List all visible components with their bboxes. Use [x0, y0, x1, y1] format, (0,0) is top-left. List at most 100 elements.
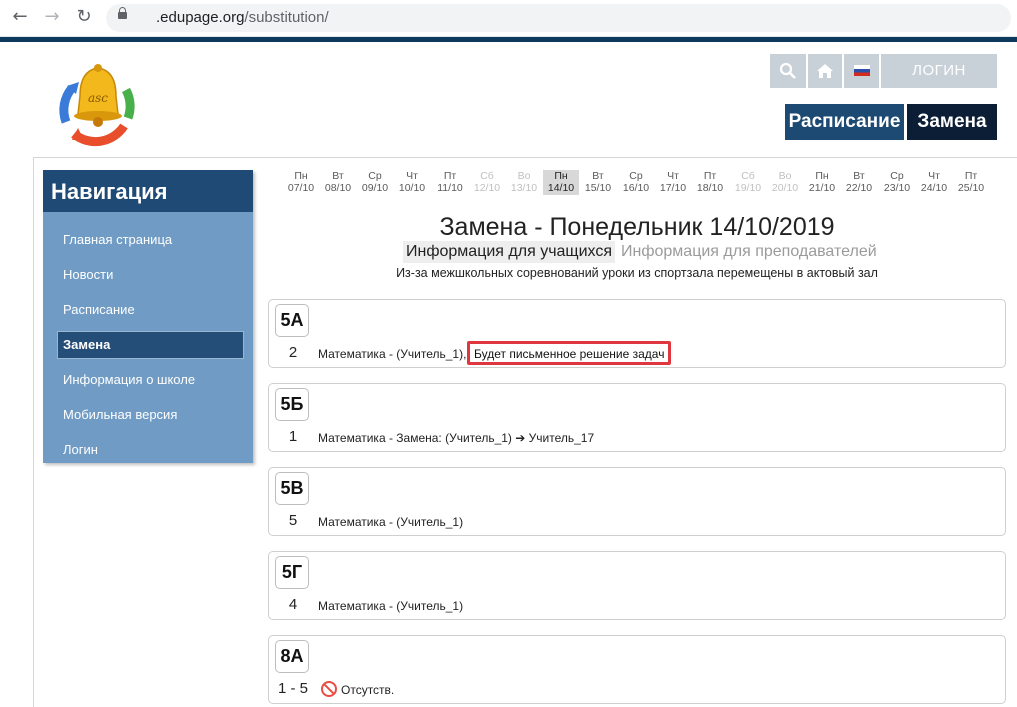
lesson-info: Математика - (Учитель_1): [318, 515, 464, 529]
day-date: 16/10: [622, 182, 650, 194]
note-highlight-box: Будет письменное решение задач: [467, 341, 671, 365]
sidebar-item-schedule[interactable]: Расписание: [58, 297, 243, 323]
day-item[interactable]: Пт 11/10: [432, 170, 468, 195]
class-name-badge: 5Б: [275, 388, 309, 421]
day-weekday: Чт: [667, 170, 679, 182]
sidebar-item-login[interactable]: Логин: [58, 437, 243, 463]
day-item[interactable]: Ср 16/10: [618, 170, 654, 195]
class-card: 5А 2 Математика - (Учитель_1), Будет пис…: [268, 299, 1006, 368]
sidebar-item-news[interactable]: Новости: [58, 262, 243, 288]
day-date: 10/10: [398, 182, 426, 194]
day-date: 25/10: [957, 182, 985, 194]
lesson-note: Будет письменное решение задач: [474, 347, 665, 361]
lesson-number: 1: [288, 428, 298, 445]
day-item[interactable]: Во 13/10: [506, 170, 542, 195]
lesson-number: 4: [288, 596, 298, 613]
sidebar-item-home[interactable]: Главная страница: [58, 227, 243, 253]
forward-icon[interactable]: →: [42, 7, 62, 27]
sidebar-item-substitution[interactable]: Замена: [57, 331, 244, 359]
class-name-badge: 5Г: [275, 556, 309, 589]
content-frame-border: [33, 157, 1017, 158]
site-top-stripe: [0, 37, 1017, 42]
sidebar-title: Навигация: [43, 170, 253, 212]
day-date: 12/10: [473, 182, 501, 194]
day-item[interactable]: Вт 15/10: [580, 170, 616, 195]
menu-substitution-button[interactable]: Замена: [907, 104, 997, 140]
sidebar-item-school-info[interactable]: Информация о школе: [58, 367, 243, 393]
day-date: 07/10: [287, 182, 315, 194]
tab-students[interactable]: Информация для учащихся: [403, 241, 616, 263]
day-date: 08/10: [324, 182, 352, 194]
day-date: 13/10: [510, 182, 538, 194]
menu-schedule-button[interactable]: Расписание: [785, 104, 904, 140]
sidebar-item-mobile[interactable]: Мобильная версия: [58, 402, 243, 428]
day-weekday: Пн: [294, 170, 308, 182]
url-host: .edupage.org: [156, 9, 245, 26]
home-icon[interactable]: [808, 54, 842, 88]
day-date: 15/10: [584, 182, 612, 194]
day-item-selected[interactable]: Пн 14/10: [543, 170, 579, 195]
url-path: /substitution/: [244, 9, 329, 26]
class-name-badge: 5В: [275, 472, 309, 505]
day-weekday: Вт: [853, 170, 865, 182]
login-button[interactable]: ЛОГИН: [881, 54, 997, 88]
day-date: 23/10: [883, 182, 911, 194]
day-weekday: Пт: [964, 170, 978, 182]
reload-icon[interactable]: ↻: [74, 7, 94, 27]
day-item[interactable]: Чт 10/10: [394, 170, 430, 195]
day-item[interactable]: Сб 12/10: [469, 170, 505, 195]
day-weekday: Пн: [815, 170, 829, 182]
day-weekday: Вт: [332, 170, 344, 182]
class-name-badge: 8А: [275, 640, 309, 673]
browser-toolbar: ← → ↻ .edupage.org/substitution/: [0, 0, 1017, 37]
day-item[interactable]: Вт 22/10: [841, 170, 877, 195]
day-item[interactable]: Чт 17/10: [655, 170, 691, 195]
day-item[interactable]: Пт 25/10: [953, 170, 989, 195]
class-card: 8А 1 - 5 Отсутств.: [268, 635, 1006, 704]
day-date: 11/10: [437, 182, 463, 194]
class-name-badge: 5А: [275, 304, 309, 337]
language-flag-icon[interactable]: [844, 54, 879, 88]
day-weekday: Ср: [890, 170, 904, 182]
day-item[interactable]: Ср 09/10: [357, 170, 393, 195]
day-item[interactable]: Во 20/10: [767, 170, 803, 195]
day-item[interactable]: Пт 18/10: [692, 170, 728, 195]
day-item[interactable]: Пн 21/10: [804, 170, 840, 195]
day-date: 14/10: [547, 182, 575, 194]
absent-label: Отсутств.: [341, 683, 395, 697]
address-bar[interactable]: .edupage.org/substitution/: [106, 4, 1011, 32]
content-frame-border-left: [33, 157, 34, 707]
day-weekday: Вт: [592, 170, 604, 182]
back-icon[interactable]: ←: [10, 7, 30, 27]
day-item[interactable]: Ср 23/10: [879, 170, 915, 195]
day-item[interactable]: Вт 08/10: [320, 170, 356, 195]
sidebar-navigation: Навигация Главная страница Новости Распи…: [43, 170, 253, 463]
svg-text:asc: asc: [88, 91, 108, 105]
lesson-number: 1 - 5: [277, 680, 308, 697]
day-weekday: Ср: [368, 170, 382, 182]
day-item[interactable]: Чт 24/10: [916, 170, 952, 195]
class-card: 5Б 1 Математика - Замена: (Учитель_1) ➔ …: [268, 383, 1006, 452]
lesson-number: 2: [288, 344, 298, 361]
general-notice: Из-за межшкольных соревнований уроки из …: [396, 266, 878, 280]
day-date: 20/10: [771, 182, 799, 194]
page-title: Замена - Понедельник 14/10/2019: [439, 213, 835, 241]
day-date: 21/10: [808, 182, 836, 194]
lock-icon: [118, 7, 127, 19]
day-date: 24/10: [920, 182, 948, 194]
day-item[interactable]: Сб 19/10: [730, 170, 766, 195]
day-weekday: Ср: [629, 170, 643, 182]
school-logo[interactable]: asc: [52, 60, 144, 152]
search-icon[interactable]: [770, 54, 806, 88]
day-weekday: Сб: [480, 170, 494, 182]
day-date: 18/10: [696, 182, 724, 194]
day-weekday: Пт: [443, 170, 457, 182]
day-date: 09/10: [361, 182, 389, 194]
day-weekday: Чт: [406, 170, 418, 182]
day-weekday: Сб: [741, 170, 755, 182]
tab-teachers[interactable]: Информация для преподавателей: [621, 241, 877, 263]
url-text: .edupage.org/substitution/: [156, 9, 329, 26]
day-weekday: Во: [778, 170, 792, 182]
day-item[interactable]: Пн 07/10: [283, 170, 319, 195]
lesson-number: 5: [288, 512, 298, 529]
